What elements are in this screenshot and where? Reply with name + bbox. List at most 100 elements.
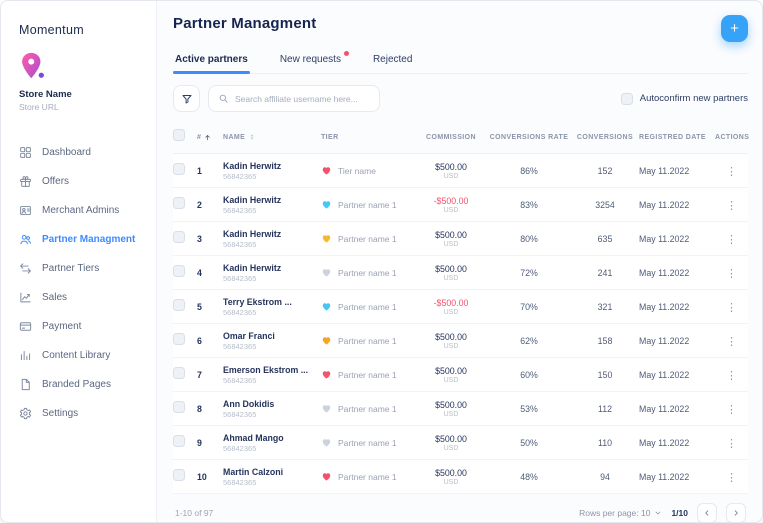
registred-date: May 11.2022 <box>639 267 690 278</box>
row-checkbox[interactable] <box>173 434 185 447</box>
row-actions-menu-icon[interactable]: ⋮ <box>720 334 743 350</box>
tab-rejected[interactable]: Rejected <box>371 54 414 73</box>
add-partner-button[interactable]: + <box>721 15 748 42</box>
table-row[interactable]: 8 Ann Dokidis 56842365 Partner name 1 $5… <box>173 392 748 426</box>
table-row[interactable]: 2 Kadin Herwitz 56842365 Partner name 1 … <box>173 188 748 222</box>
row-checkbox[interactable] <box>173 468 185 481</box>
row-actions-menu-icon[interactable]: ⋮ <box>720 300 743 316</box>
tier-name: Partner name 1 <box>338 301 397 312</box>
sidebar-item-partner-tiers[interactable]: Partner Tiers <box>19 254 148 283</box>
tab-new-requests[interactable]: New requests <box>278 51 349 73</box>
conversions-rate: 62% <box>520 335 538 346</box>
next-page-button[interactable] <box>726 503 746 522</box>
sidebar-item-settings[interactable]: Settings <box>19 399 148 428</box>
commission-value: $500.00 <box>435 331 467 342</box>
sidebar-item-payment[interactable]: Payment <box>19 312 148 341</box>
sidebar-item-dashboard[interactable]: Dashboard <box>19 138 148 167</box>
sidebar-item-branded-pages[interactable]: Branded Pages <box>19 370 148 399</box>
partner-name[interactable]: Kadin Herwitz <box>223 263 315 273</box>
table-body: 1 Kadin Herwitz 56842365 Tier name $500.… <box>173 154 748 494</box>
partner-id: 56842365 <box>223 273 257 283</box>
row-number: 9 <box>197 437 202 448</box>
sidebar-item-offers[interactable]: Offers <box>19 167 148 196</box>
partner-name[interactable]: Emerson Ekstrom ... <box>223 365 315 375</box>
prev-page-button[interactable] <box>697 503 717 522</box>
row-checkbox[interactable] <box>173 366 185 379</box>
sidebar-item-label: Partner Managment <box>42 234 136 245</box>
table-row[interactable]: 6 Omar Franci 56842365 Partner name 1 $5… <box>173 324 748 358</box>
table-row[interactable]: 1 Kadin Herwitz 56842365 Tier name $500.… <box>173 154 748 188</box>
column-header-name[interactable]: NAME <box>223 133 321 141</box>
commission-value: -$500.00 <box>433 297 469 308</box>
partner-name[interactable]: Terry Ekstrom ... <box>223 297 315 307</box>
sidebar-item-merchant-admins[interactable]: Merchant Admins <box>19 196 148 225</box>
registred-date: May 11.2022 <box>639 301 690 312</box>
row-actions-menu-icon[interactable]: ⋮ <box>720 402 743 418</box>
row-checkbox[interactable] <box>173 230 185 243</box>
select-all-checkbox[interactable] <box>173 129 185 141</box>
row-actions-menu-icon[interactable]: ⋮ <box>720 232 743 248</box>
partner-id: 56842365 <box>223 171 257 181</box>
table-row[interactable]: 5 Terry Ekstrom ... 56842365 Partner nam… <box>173 290 748 324</box>
partner-name[interactable]: Ann Dokidis <box>223 399 315 409</box>
row-actions-menu-icon[interactable]: ⋮ <box>720 198 743 214</box>
partner-name[interactable]: Omar Franci <box>223 331 315 341</box>
row-actions-menu-icon[interactable]: ⋮ <box>720 470 743 486</box>
commission-value: $500.00 <box>435 399 467 410</box>
partner-name[interactable]: Kadin Herwitz <box>223 229 315 239</box>
table-row[interactable]: 9 Ahmad Mango 56842365 Partner name 1 $5… <box>173 426 748 460</box>
row-number: 4 <box>197 267 202 278</box>
merchant-admins-icon <box>19 204 32 217</box>
search-box <box>208 85 380 112</box>
table-row[interactable]: 4 Kadin Herwitz 56842365 Partner name 1 … <box>173 256 748 290</box>
column-header-conversions: CONVERSIONS <box>576 133 634 141</box>
table-row[interactable]: 3 Kadin Herwitz 56842365 Partner name 1 … <box>173 222 748 256</box>
commission-value: $500.00 <box>435 433 467 444</box>
partner-name[interactable]: Ahmad Mango <box>223 433 315 443</box>
sidebar-item-content-library[interactable]: Content Library <box>19 341 148 370</box>
sort-icon <box>250 134 254 140</box>
conversions-rate: 48% <box>520 471 538 482</box>
table-footer: 1-10 of 97 Rows per page: 10 1/10 <box>173 503 748 522</box>
sort-asc-icon <box>205 134 210 140</box>
row-checkbox[interactable] <box>173 298 185 311</box>
filter-button[interactable] <box>173 85 200 112</box>
row-checkbox[interactable] <box>173 264 185 277</box>
commission-currency: USD <box>443 342 459 350</box>
tab-active-partners[interactable]: Active partners <box>173 54 250 74</box>
rows-per-page-select[interactable]: Rows per page: 10 <box>579 508 662 518</box>
row-checkbox[interactable] <box>173 332 185 345</box>
store-pin-icon <box>19 51 47 81</box>
tier-heart-icon <box>321 403 332 414</box>
autoconfirm-toggle[interactable]: Autoconfirm new partners <box>620 92 748 105</box>
conversions-rate: 83% <box>520 199 538 210</box>
partner-name[interactable]: Kadin Herwitz <box>223 161 315 171</box>
row-actions-menu-icon[interactable]: ⋮ <box>720 368 743 384</box>
autoconfirm-checkbox[interactable] <box>620 92 633 105</box>
row-checkbox[interactable] <box>173 162 185 175</box>
partner-name[interactable]: Martin Calzoni <box>223 467 315 477</box>
store-url: Store URL <box>19 102 59 112</box>
row-number: 2 <box>197 199 202 210</box>
row-actions-menu-icon[interactable]: ⋮ <box>720 266 743 282</box>
pagination-range: 1-10 of 97 <box>175 508 214 518</box>
commission-currency: USD <box>443 478 459 486</box>
partner-name[interactable]: Kadin Herwitz <box>223 195 315 205</box>
sidebar-nav: Dashboard Offers Merchant Admins Partner… <box>19 138 148 428</box>
column-header-num[interactable]: # <box>197 134 223 141</box>
table-row[interactable]: 7 Emerson Ekstrom ... 56842365 Partner n… <box>173 358 748 392</box>
row-actions-menu-icon[interactable]: ⋮ <box>720 436 743 452</box>
commission-value: $500.00 <box>435 365 467 376</box>
row-checkbox[interactable] <box>173 400 185 413</box>
partner-id: 56842365 <box>223 375 257 385</box>
table-row[interactable]: 10 Martin Calzoni 56842365 Partner name … <box>173 460 748 494</box>
tier-heart-icon <box>321 369 332 380</box>
app-window: Momentum Store Name Store URL Dashboard … <box>0 0 763 523</box>
row-actions-menu-icon[interactable]: ⋮ <box>720 164 743 180</box>
chevron-down-icon <box>656 511 661 515</box>
sidebar-item-partner-managment[interactable]: Partner Managment <box>19 225 148 254</box>
column-header-conversions-rate: CONVERSIONS RATE <box>489 133 569 141</box>
row-checkbox[interactable] <box>173 196 185 209</box>
search-input[interactable] <box>235 93 370 104</box>
sidebar-item-sales[interactable]: Sales <box>19 283 148 312</box>
